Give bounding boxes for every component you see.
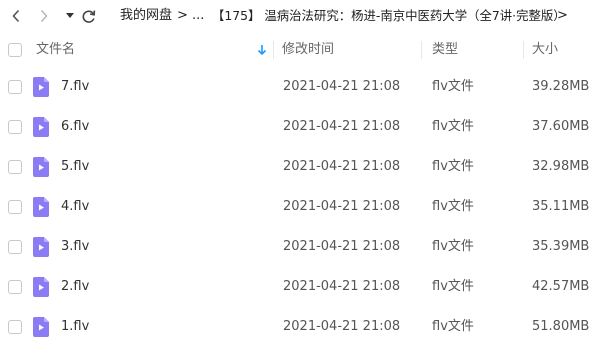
file-modified: 2021-04-21 21:08 bbox=[283, 279, 401, 294]
file-name[interactable]: 5.flv bbox=[61, 158, 89, 176]
column-header: 文件名 修改时间 类型 大小 bbox=[0, 33, 608, 66]
file-name[interactable]: 7.flv bbox=[61, 78, 89, 96]
file-type: flv文件 bbox=[432, 199, 474, 214]
file-name[interactable]: 1.flv bbox=[61, 318, 89, 336]
file-size: 51.80MB bbox=[532, 319, 590, 334]
arrow-down-icon[interactable] bbox=[257, 44, 267, 60]
video-file-icon bbox=[33, 117, 49, 137]
file-size: 32.98MB bbox=[532, 159, 590, 174]
breadcrumb-ellipsis[interactable]: ... bbox=[192, 8, 204, 24]
video-file-icon bbox=[33, 157, 49, 177]
column-modified-header[interactable]: 修改时间 bbox=[282, 42, 334, 58]
file-modified: 2021-04-21 21:08 bbox=[283, 79, 401, 94]
file-type: flv文件 bbox=[432, 319, 474, 334]
video-file-icon bbox=[33, 237, 49, 257]
breadcrumb-root[interactable]: 我的网盘 bbox=[120, 8, 172, 24]
chevron-right-icon[interactable] bbox=[36, 8, 52, 24]
file-row[interactable]: 7.flv 2021-04-21 21:08 flv文件 39.28MB bbox=[0, 67, 608, 107]
breadcrumb-separator: > bbox=[177, 8, 188, 23]
select-all-checkbox[interactable] bbox=[8, 43, 22, 57]
file-modified: 2021-04-21 21:08 bbox=[283, 159, 401, 174]
file-type: flv文件 bbox=[432, 239, 474, 254]
video-file-icon bbox=[33, 197, 49, 217]
file-row[interactable]: 3.flv 2021-04-21 21:08 flv文件 35.39MB bbox=[0, 227, 608, 267]
video-file-icon bbox=[33, 317, 49, 337]
video-file-icon bbox=[33, 77, 49, 97]
file-name[interactable]: 6.flv bbox=[61, 118, 89, 136]
column-divider[interactable] bbox=[523, 41, 524, 59]
breadcrumb-separator-end: > bbox=[557, 8, 568, 23]
file-row[interactable]: 2.flv 2021-04-21 21:08 flv文件 42.57MB bbox=[0, 267, 608, 307]
file-row[interactable]: 6.flv 2021-04-21 21:08 flv文件 37.60MB bbox=[0, 107, 608, 147]
file-size: 42.57MB bbox=[532, 279, 590, 294]
row-checkbox[interactable] bbox=[8, 320, 22, 334]
toolbar: 我的网盘 > ... 【175】 温病治法研究：杨进-南京中医药大学（全7讲·完… bbox=[0, 0, 608, 33]
file-size: 35.11MB bbox=[532, 199, 590, 214]
row-checkbox[interactable] bbox=[8, 280, 22, 294]
file-type: flv文件 bbox=[432, 119, 474, 134]
row-checkbox[interactable] bbox=[8, 240, 22, 254]
row-checkbox[interactable] bbox=[8, 200, 22, 214]
video-file-icon bbox=[33, 277, 49, 297]
row-checkbox[interactable] bbox=[8, 160, 22, 174]
file-modified: 2021-04-21 21:08 bbox=[283, 199, 401, 214]
file-row[interactable]: 4.flv 2021-04-21 21:08 flv文件 35.11MB bbox=[0, 187, 608, 227]
file-type: flv文件 bbox=[432, 159, 474, 174]
file-type: flv文件 bbox=[432, 79, 474, 94]
column-divider[interactable] bbox=[273, 41, 274, 59]
column-name-header[interactable]: 文件名 bbox=[36, 42, 75, 58]
column-size-header[interactable]: 大小 bbox=[532, 42, 558, 58]
file-name[interactable]: 2.flv bbox=[61, 278, 89, 296]
file-modified: 2021-04-21 21:08 bbox=[283, 319, 401, 334]
column-divider[interactable] bbox=[421, 41, 422, 59]
row-checkbox[interactable] bbox=[8, 80, 22, 94]
refresh-icon[interactable] bbox=[80, 8, 96, 24]
file-modified: 2021-04-21 21:08 bbox=[283, 239, 401, 254]
chevron-left-icon[interactable] bbox=[8, 8, 24, 24]
file-modified: 2021-04-21 21:08 bbox=[283, 119, 401, 134]
file-name[interactable]: 4.flv bbox=[61, 198, 89, 216]
file-type: flv文件 bbox=[432, 279, 474, 294]
file-size: 35.39MB bbox=[532, 239, 590, 254]
file-row[interactable]: 5.flv 2021-04-21 21:08 flv文件 32.98MB bbox=[0, 147, 608, 187]
column-type-header[interactable]: 类型 bbox=[432, 42, 458, 58]
file-row[interactable]: 1.flv 2021-04-21 21:08 flv文件 51.80MB bbox=[0, 307, 608, 347]
breadcrumb-current: 【175】 温病治法研究：杨进-南京中医药大学（全7讲·完整版） bbox=[212, 8, 566, 23]
file-size: 37.60MB bbox=[532, 119, 590, 134]
row-checkbox[interactable] bbox=[8, 120, 22, 134]
file-size: 39.28MB bbox=[532, 79, 590, 94]
file-name[interactable]: 3.flv bbox=[61, 238, 89, 256]
triangle-down-icon[interactable] bbox=[62, 8, 78, 24]
